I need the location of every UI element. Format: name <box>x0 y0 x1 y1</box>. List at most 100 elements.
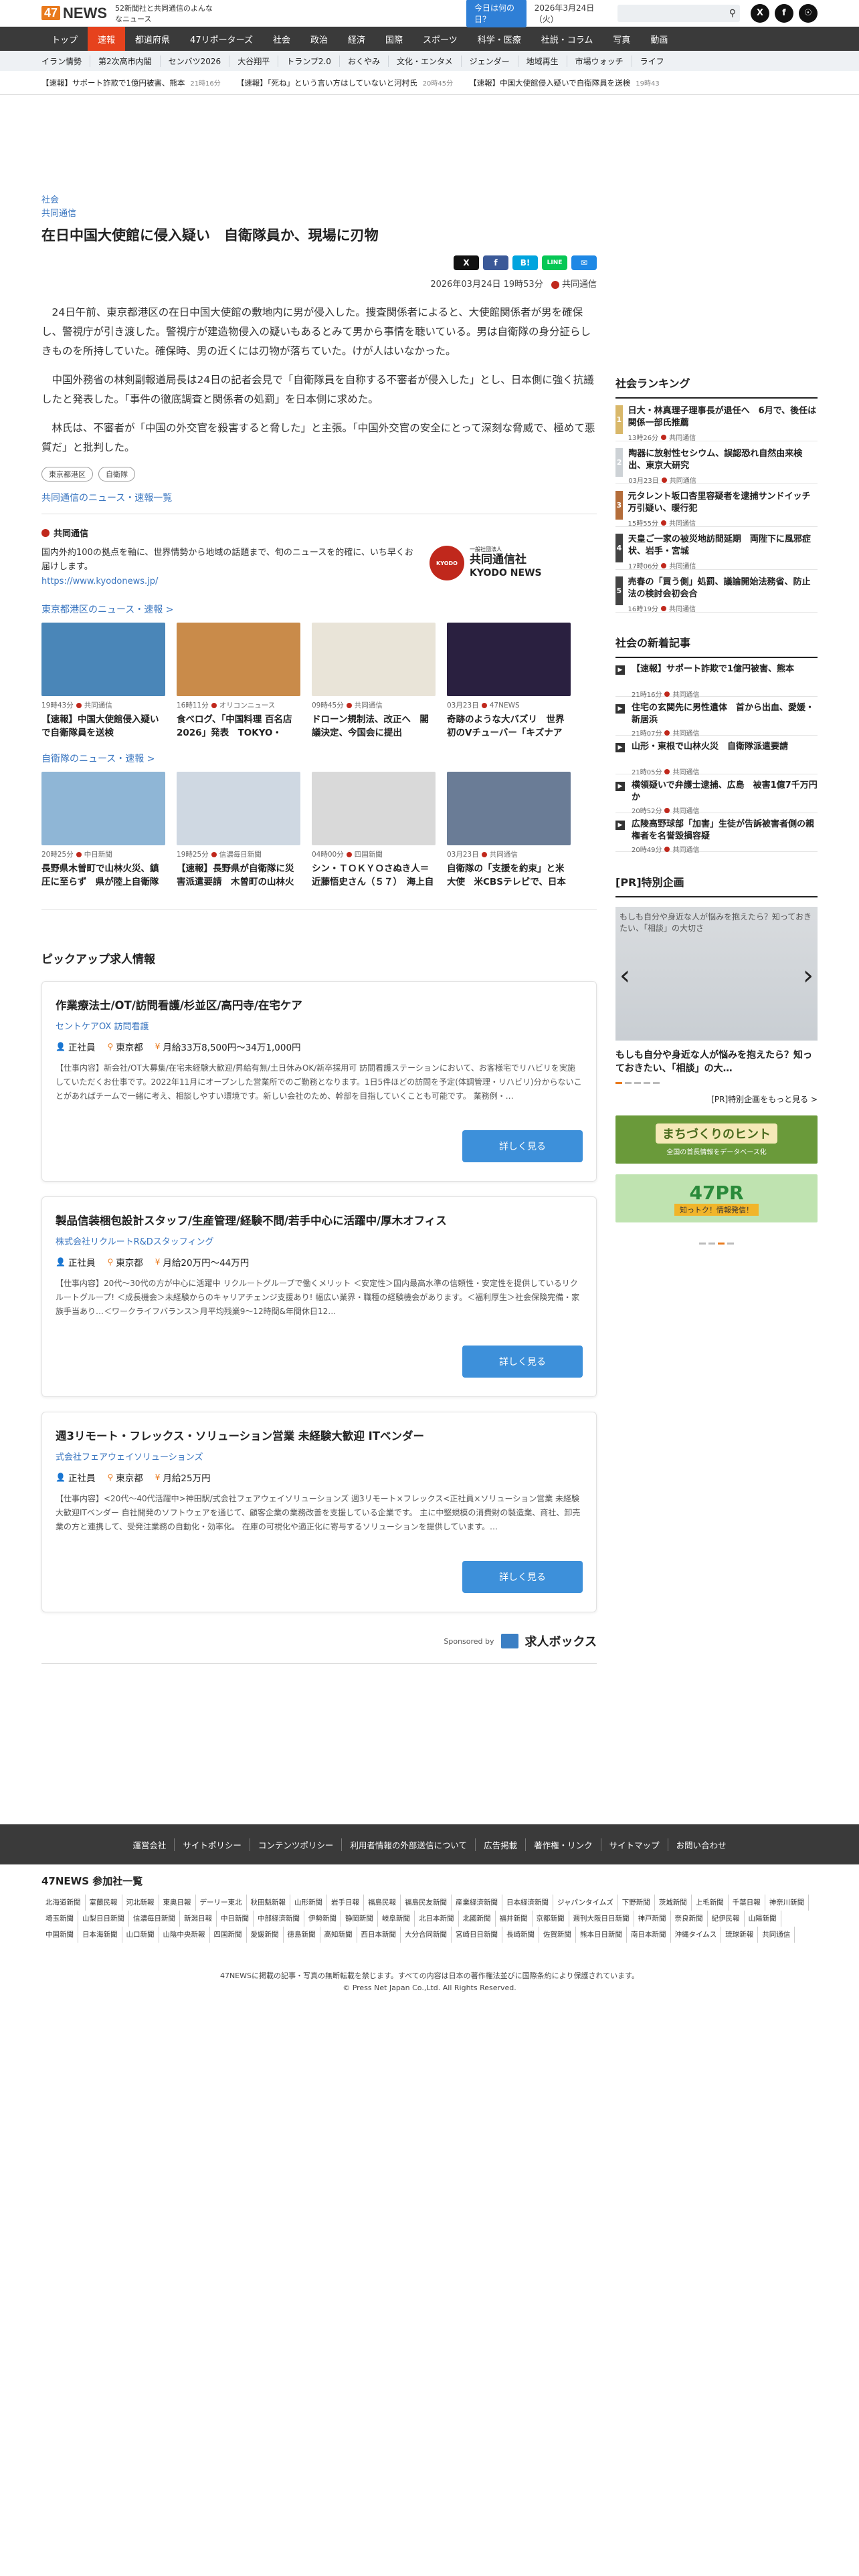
member-paper-link[interactable]: 共同通信 <box>758 1927 795 1943</box>
subnav-item[interactable]: 第2次高市内閣 <box>90 55 161 67</box>
member-paper-link[interactable]: 静岡新聞 <box>341 1911 378 1927</box>
footer-link[interactable]: 著作権・リンク <box>526 1838 601 1851</box>
member-paper-link[interactable]: 紀伊民報 <box>708 1911 745 1927</box>
subnav-item[interactable]: ジェンダー <box>462 55 518 67</box>
nav-item[interactable]: 経済 <box>338 27 375 51</box>
search-input[interactable]: ⚲ <box>617 4 740 22</box>
nav-item[interactable]: 社会 <box>263 27 300 51</box>
pr-slide-title[interactable]: もしも自分や身近な人が悩みを抱えたら？知っておきたい、「相談」の大… <box>615 1049 818 1075</box>
job-detail-button[interactable]: 詳しく見る <box>462 1561 583 1593</box>
member-paper-link[interactable]: 伊勢新聞 <box>304 1911 341 1927</box>
banner-dot[interactable] <box>699 1243 706 1245</box>
sdf-section-title[interactable]: 自衛隊のニュース・速報 > <box>41 752 597 765</box>
card-title[interactable]: 奇跡のような大バズリ 世界初のVチューバー「キズナアイ」は喫茶… <box>447 713 571 740</box>
member-paper-link[interactable]: 徳島新聞 <box>284 1927 320 1943</box>
ticker-item[interactable]: 【速報】サポート詐欺で1億円被害、熊本 21時16分 <box>41 78 221 88</box>
member-paper-link[interactable]: 沖縄タイムス <box>671 1927 722 1943</box>
member-paper-link[interactable]: 山梨日日新聞 <box>78 1911 129 1927</box>
member-paper-link[interactable]: 神奈川新聞 <box>765 1895 809 1911</box>
job-company[interactable]: 式会社フェアウェイソリューションズ <box>56 1450 583 1463</box>
ranking-item[interactable]: 5 売春の「買う側」処罰、議論開始法務省、防止法の検討会初会合 16時19分 共同通信 <box>615 570 818 613</box>
member-paper-link[interactable]: 岐阜新聞 <box>378 1911 415 1927</box>
nav-item[interactable]: 動画 <box>640 27 678 51</box>
job-title[interactable]: 週3リモート・フレックス・ソリューション営業 未経験大歓迎 ITベンダー <box>56 1427 583 1443</box>
card-title[interactable]: 【速報】長野県が自衛隊に災害派遣要請 木曽町の山林火災で <box>177 862 300 889</box>
member-paper-link[interactable]: 大分合同新聞 <box>401 1927 452 1943</box>
member-paper-link[interactable]: 南日本新聞 <box>627 1927 671 1943</box>
globe-icon[interactable]: ☉ <box>799 3 818 23</box>
banner-dot[interactable] <box>708 1243 715 1245</box>
chevron-right-icon[interactable]: › <box>803 960 814 991</box>
ranking-title[interactable]: 天皇ご一家の被災地訪問延期 両陛下に風邪症状、岩手・宮城 <box>628 534 818 558</box>
banner-dot[interactable] <box>727 1243 734 1245</box>
kyodo-news-list-link[interactable]: 共同通信のニュース・速報一覧 <box>41 491 597 504</box>
member-paper-link[interactable]: 北海道新聞 <box>41 1895 86 1911</box>
ticker-item[interactable]: 【速報】「死ね」という言い方はしていないと河村氏 20時45分 <box>237 78 453 88</box>
carousel-dot[interactable] <box>634 1082 641 1084</box>
new-article-item[interactable]: ▶ 横領疑いで弁護士逮捕、広島 被害1億7千万円か 20時52分 共同通信 <box>615 774 818 815</box>
member-paper-link[interactable]: 山陰中央新報 <box>159 1927 210 1943</box>
ranking-item[interactable]: 4 天皇ご一家の被災地訪問延期 両陛下に風邪症状、岩手・宮城 17時06分 共同通信 <box>615 527 818 570</box>
member-paper-link[interactable]: 神戸新聞 <box>634 1911 671 1927</box>
member-paper-link[interactable]: 山陽新聞 <box>745 1911 781 1927</box>
member-paper-link[interactable]: 北國新聞 <box>459 1911 496 1927</box>
subnav-item[interactable]: おくやみ <box>340 55 389 67</box>
kyodo-logo[interactable]: KYODO 一般社団法人 共同通信社 KYODO NEWS <box>430 540 597 586</box>
share-hatena-button[interactable]: B! <box>512 255 538 270</box>
new-article-item[interactable]: ▶ 広陵高野球部「加害」生徒が告訴被害者側の親権者を名誉毀損容疑 20時49分 共同通… <box>615 813 818 854</box>
new-article-title[interactable]: 広陵高野球部「加害」生徒が告訴被害者側の親権者を名誉毀損容疑 <box>632 819 818 843</box>
member-paper-link[interactable]: 京都新聞 <box>533 1911 569 1927</box>
news-thumbnail[interactable] <box>41 772 165 845</box>
member-paper-link[interactable]: 熊本日日新聞 <box>576 1927 627 1943</box>
new-article-title[interactable]: 住宅の玄関先に男性遺体 首から出血、愛媛・新居浜 <box>632 702 818 726</box>
carousel-dot[interactable] <box>653 1082 660 1084</box>
member-paper-link[interactable]: 日本海新聞 <box>78 1927 122 1943</box>
card-title[interactable]: 長野県木曽町で山林火災、鎮圧に至らず 県が陸上自衛隊に災害派遣… <box>41 862 165 889</box>
news-thumbnail[interactable] <box>41 623 165 696</box>
nav-item[interactable]: スポーツ <box>413 27 468 51</box>
member-paper-link[interactable]: ジャパンタイムズ <box>553 1895 618 1911</box>
member-paper-link[interactable]: 中日新聞 <box>217 1911 254 1927</box>
news-thumbnail[interactable] <box>177 772 300 845</box>
news-thumbnail[interactable] <box>312 623 436 696</box>
news-card[interactable]: 04時00分 四国新聞シン・ＴＯＫＹＯさぬき人＝近藤悟史さん（５７） 海上自衛隊東… <box>312 772 436 889</box>
member-paper-link[interactable]: デーリー東北 <box>196 1895 247 1911</box>
card-title[interactable]: ドローン規制法、改正へ 閣議決定、今国会に提出 <box>312 713 436 740</box>
member-paper-link[interactable]: 日本経済新聞 <box>502 1895 553 1911</box>
carousel-dot[interactable] <box>644 1082 650 1084</box>
new-article-title[interactable]: 横領疑いで弁護士逮捕、広島 被害1億7千万円か <box>632 780 818 804</box>
facebook-icon[interactable]: f <box>775 3 793 23</box>
footer-link[interactable]: サイトマップ <box>601 1838 668 1851</box>
nav-item[interactable]: 社説・コラム <box>531 27 603 51</box>
member-paper-link[interactable]: 千葉日報 <box>729 1895 765 1911</box>
member-paper-link[interactable]: 下野新聞 <box>618 1895 655 1911</box>
carousel-dot[interactable] <box>615 1082 622 1084</box>
subnav-item[interactable]: トランプ2.0 <box>278 55 340 67</box>
member-paper-link[interactable]: 茨城新聞 <box>655 1895 692 1911</box>
new-article-title[interactable]: 【速報】サポート詐欺で1億円被害、熊本 <box>632 663 794 687</box>
article-category[interactable]: 社会 <box>41 194 597 207</box>
member-paper-link[interactable]: 琉球新報 <box>721 1927 759 1943</box>
x-icon[interactable]: X <box>751 3 769 23</box>
nav-item[interactable]: 写真 <box>603 27 640 51</box>
share-line-button[interactable]: LINE <box>542 255 567 270</box>
member-paper-link[interactable]: 山形新聞 <box>290 1895 327 1911</box>
nav-item[interactable]: 政治 <box>300 27 338 51</box>
member-paper-link[interactable]: 河北新報 <box>122 1895 159 1911</box>
news-card[interactable]: 09時45分 共同通信 ドローン規制法、改正へ 閣議決定、今国会に提出 <box>312 623 436 740</box>
member-paper-link[interactable]: 産業経済新聞 <box>452 1895 502 1911</box>
job-company[interactable]: 株式会社リクルートR&Dスタッフィング <box>56 1235 583 1247</box>
nav-item[interactable]: 47リポーターズ <box>180 27 263 51</box>
new-article-title[interactable]: 山形・東根で山林火災 自衛隊派遣要請 <box>632 741 788 765</box>
ranking-item[interactable]: 1 日大・林真理子理事長が退任へ 6月で、後任は関係一部氏推薦 13時26分 共同通信 <box>615 399 818 442</box>
share-x-button[interactable]: X <box>454 255 479 270</box>
new-article-item[interactable]: ▶ 住宅の玄関先に男性遺体 首から出血、愛媛・新居浜 21時07分 共同通信 <box>615 697 818 738</box>
subnav-item[interactable]: センバツ2026 <box>161 55 230 67</box>
member-paper-link[interactable]: 中部経済新聞 <box>254 1911 304 1927</box>
nav-item[interactable]: 国際 <box>375 27 413 51</box>
news-thumbnail[interactable] <box>447 623 571 696</box>
member-paper-link[interactable]: 新潟日報 <box>180 1911 217 1927</box>
pr-carousel[interactable]: もしも自分や身近な人が悩みを抱えたら？知っておきたい、「相談」の大切さ ‹ › <box>615 907 818 1041</box>
subnav-item[interactable]: ライフ <box>632 56 672 67</box>
member-paper-link[interactable]: 北日本新聞 <box>415 1911 459 1927</box>
